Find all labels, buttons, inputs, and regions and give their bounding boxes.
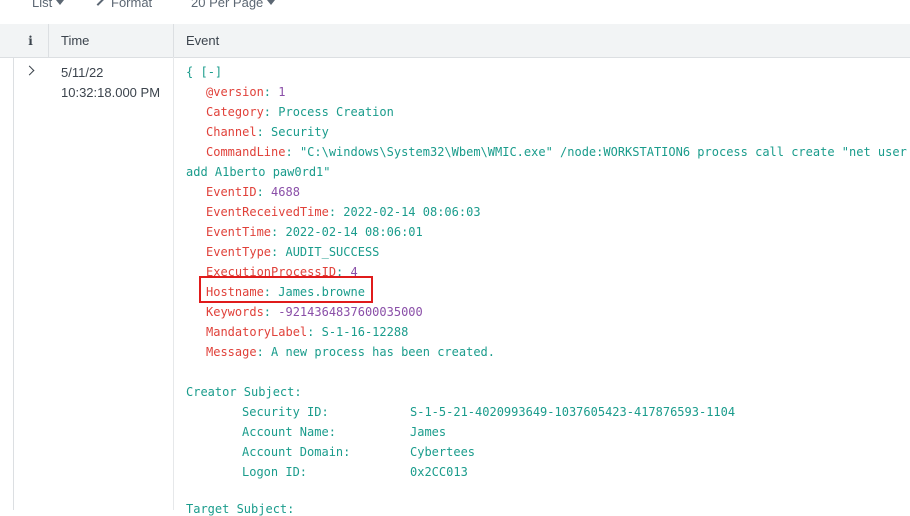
field-value[interactable]: 2022-02-14 08:06:03 [343, 205, 480, 219]
event-column-header[interactable]: Event [186, 33, 219, 48]
event-open: { [-] [186, 65, 222, 79]
collapse-toggle[interactable]: [-] [200, 65, 222, 79]
chevron-right-icon[interactable] [24, 65, 35, 76]
per-page-label: 20 Per Page [191, 0, 264, 10]
target-subject-heading: Target Subject: [186, 502, 295, 516]
field-eventtype: EventType: AUDIT_SUCCESS [206, 245, 380, 259]
column-divider [173, 57, 174, 510]
field-key[interactable]: EventID [206, 185, 257, 199]
format-button[interactable]: Format [96, 0, 152, 10]
field-value[interactable]: add A1berto paw0rd1" [186, 165, 331, 179]
time-column-header[interactable]: Time [61, 33, 89, 48]
field-channel: Channel: Security [206, 125, 329, 139]
field-key[interactable]: Keywords [206, 305, 264, 319]
results-toolbar: List Format 20 Per Page [0, 0, 910, 24]
info-column-header[interactable]: i [13, 24, 49, 57]
event-time: 10:32:18.000 PM [61, 85, 161, 100]
field-value[interactable]: AUDIT_SUCCESS [285, 245, 379, 259]
column-divider [173, 24, 174, 57]
field-key[interactable]: CommandLine [206, 145, 285, 159]
field-message: Message: A new process has been created. [206, 345, 495, 359]
list-label: List [32, 0, 53, 10]
list-dropdown[interactable]: List [32, 0, 65, 10]
field-version: @version: 1 [206, 85, 286, 99]
field-key[interactable]: Message [206, 345, 257, 359]
per-page-dropdown[interactable]: 20 Per Page [191, 0, 276, 10]
creator-value[interactable]: S-1-5-21-4020993649-1037605423-417876593… [410, 405, 735, 419]
open-brace: { [186, 65, 194, 79]
field-category: Category: Process Creation [206, 105, 394, 119]
chevron-down-icon [267, 0, 276, 5]
field-key[interactable]: Channel [206, 125, 257, 139]
field-key[interactable]: @version [206, 85, 264, 99]
creator-value[interactable]: James [410, 425, 446, 439]
table-left-border [13, 57, 14, 510]
field-eventreceivedtime: EventReceivedTime: 2022-02-14 08:06:03 [206, 205, 481, 219]
event-date: 5/11/22 [61, 65, 104, 80]
field-value[interactable]: -9214364837600035000 [278, 305, 423, 319]
creator-label: Security ID: [242, 405, 329, 419]
creator-label: Account Name: [242, 425, 336, 439]
field-commandline: CommandLine: "C:\windows\System32\Wbem\W… [206, 145, 910, 159]
hostname-highlight-box [199, 276, 373, 303]
creator-label: Logon ID: [242, 465, 308, 479]
field-value[interactable]: Security [271, 125, 329, 139]
creator-value[interactable]: 0x2CC013 [410, 465, 468, 479]
field-eventid: EventID: 4688 [206, 185, 300, 199]
chevron-down-icon [56, 0, 65, 5]
creator-value[interactable]: Cybertees [410, 445, 475, 459]
field-value[interactable]: A new process has been created. [271, 345, 495, 359]
field-value[interactable]: 4688 [271, 185, 300, 199]
field-key[interactable]: Category [206, 105, 264, 119]
field-value[interactable]: 2022-02-14 08:06:01 [285, 225, 422, 239]
field-value[interactable]: S-1-16-12288 [322, 325, 409, 339]
creator-label: Account Domain: [242, 445, 351, 459]
field-commandline-cont: add A1berto paw0rd1" [186, 165, 331, 179]
field-value[interactable]: Process Creation [278, 105, 394, 119]
field-value[interactable]: 1 [278, 85, 285, 99]
field-key[interactable]: EventTime [206, 225, 271, 239]
field-key[interactable]: EventReceivedTime [206, 205, 329, 219]
format-label: Format [111, 0, 153, 10]
field-eventtime: EventTime: 2022-02-14 08:06:01 [206, 225, 423, 239]
field-value[interactable]: "C:\windows\System32\Wbem\WMIC.exe" /nod… [300, 145, 910, 159]
field-mandatorylabel: MandatoryLabel: S-1-16-12288 [206, 325, 409, 339]
field-key[interactable]: MandatoryLabel [206, 325, 307, 339]
info-icon: i [28, 33, 33, 48]
field-key[interactable]: EventType [206, 245, 271, 259]
pencil-icon [96, 0, 105, 6]
table-header: i Time Event [0, 24, 910, 58]
creator-subject-heading: Creator Subject: [186, 385, 302, 399]
field-keywords: Keywords: -9214364837600035000 [206, 305, 423, 319]
